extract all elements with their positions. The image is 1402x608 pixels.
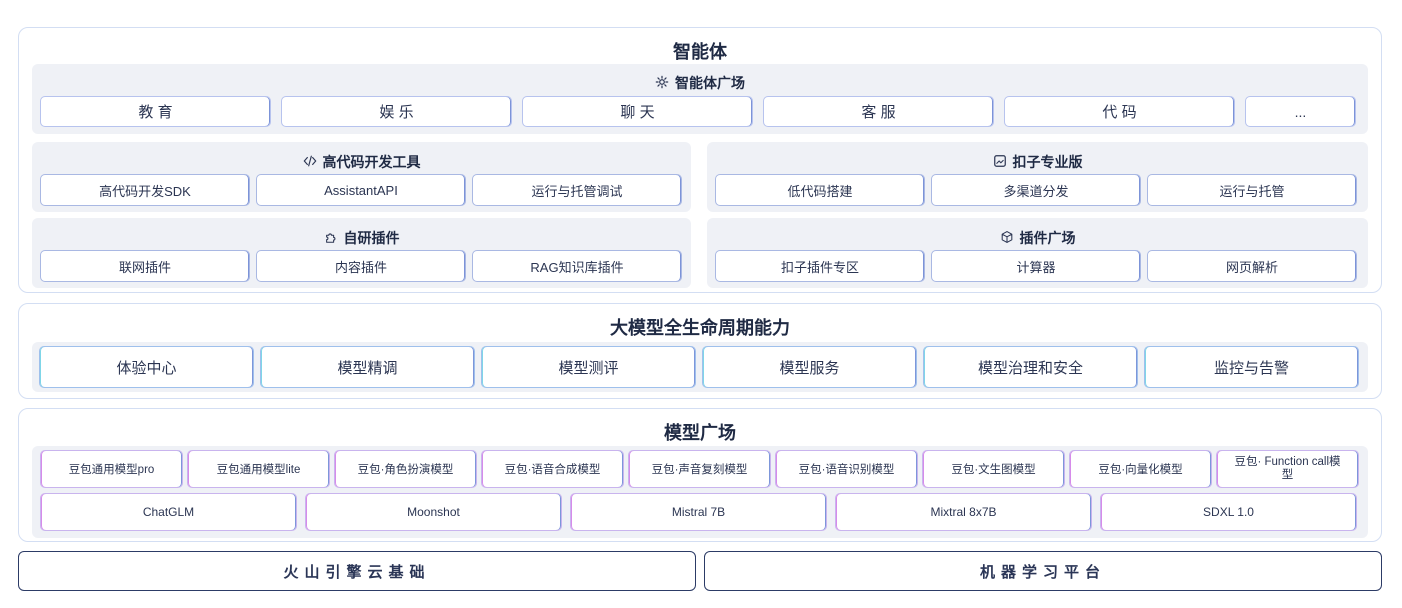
agent-plaza-title: 智能体广场 — [32, 73, 1368, 93]
self-plugin-label: 自研插件 — [343, 230, 400, 246]
image-icon — [993, 154, 1007, 171]
high-code-panel: 高代码开发工具 高代码开发SDK AssistantAPI 运行与托管调试 — [32, 142, 691, 212]
model-doubao-function-call[interactable]: 豆包· Function call模型 — [1216, 450, 1359, 488]
foundation-cloud-button[interactable]: 火山引擎云基础 — [18, 551, 696, 591]
model-doubao-tts[interactable]: 豆包·语音合成模型 — [481, 450, 624, 488]
plugin-plaza-label: 插件广场 — [1019, 230, 1076, 246]
model-plaza-section: 模型广场 豆包通用模型pro 豆包通用模型lite 豆包·角色扮演模型 豆包·语… — [18, 408, 1382, 542]
plugin-plaza-title: 插件广场 — [707, 228, 1368, 248]
plugin-web-parse[interactable]: 网页解析 — [1147, 250, 1357, 282]
lifecycle-panel: 体验中心 模型精调 模型测评 模型服务 模型治理和安全 监控与告警 — [32, 342, 1368, 392]
plaza-item-customer-service[interactable]: 客 服 — [763, 96, 994, 127]
model-doubao-voice-clone[interactable]: 豆包·声音复刻模型 — [628, 450, 771, 488]
high-code-assistant-api[interactable]: AssistantAPI — [256, 174, 466, 206]
model-doubao-text-to-image[interactable]: 豆包·文生图模型 — [922, 450, 1065, 488]
plaza-item-chat[interactable]: 聊 天 — [522, 96, 753, 127]
plaza-item-entertainment[interactable]: 娱 乐 — [281, 96, 512, 127]
self-plugin-panel: 自研插件 联网插件 内容插件 RAG知识库插件 — [32, 218, 691, 288]
coze-pro-panel: 扣子专业版 低代码搭建 多渠道分发 运行与托管 — [707, 142, 1368, 212]
foundation-ml-platform-button[interactable]: 机器学习平台 — [704, 551, 1382, 591]
plugin-web-search[interactable]: 联网插件 — [40, 250, 250, 282]
plugin-calculator[interactable]: 计算器 — [931, 250, 1141, 282]
agent-section-title: 智能体 — [673, 42, 727, 62]
model-chatglm[interactable]: ChatGLM — [40, 493, 297, 531]
high-code-sdk[interactable]: 高代码开发SDK — [40, 174, 250, 206]
lifecycle-title: 大模型全生命周期能力 — [610, 318, 790, 338]
model-mixtral-8x7b[interactable]: Mixtral 8x7B — [835, 493, 1092, 531]
plugin-coze-zone[interactable]: 扣子插件专区 — [715, 250, 925, 282]
lifecycle-fine-tune[interactable]: 模型精调 — [260, 346, 475, 388]
coze-pro-title: 扣子专业版 — [707, 152, 1368, 172]
lifecycle-section: 大模型全生命周期能力 体验中心 模型精调 模型测评 模型服务 模型治理和安全 监… — [18, 303, 1382, 399]
coze-run-host[interactable]: 运行与托管 — [1147, 174, 1357, 206]
model-plaza-title: 模型广场 — [664, 423, 736, 443]
model-doubao-embedding[interactable]: 豆包·向量化模型 — [1069, 450, 1212, 488]
puzzle-icon — [324, 230, 338, 247]
code-icon — [303, 154, 317, 171]
coze-pro-label: 扣子专业版 — [1012, 154, 1083, 170]
plaza-item-education[interactable]: 教 育 — [40, 96, 271, 127]
plaza-item-more[interactable]: ... — [1245, 96, 1356, 127]
model-plaza-panel: 豆包通用模型pro 豆包通用模型lite 豆包·角色扮演模型 豆包·语音合成模型… — [32, 446, 1368, 538]
model-moonshot[interactable]: Moonshot — [305, 493, 562, 531]
plugin-content[interactable]: 内容插件 — [256, 250, 466, 282]
coze-multi-channel[interactable]: 多渠道分发 — [931, 174, 1141, 206]
gear-icon — [655, 75, 669, 92]
agent-plaza-label: 智能体广场 — [675, 75, 745, 91]
lifecycle-experience-center[interactable]: 体验中心 — [39, 346, 254, 388]
plugin-rag[interactable]: RAG知识库插件 — [472, 250, 682, 282]
model-doubao-roleplay[interactable]: 豆包·角色扮演模型 — [334, 450, 477, 488]
plugin-plaza-panel: 插件广场 扣子插件专区 计算器 网页解析 — [707, 218, 1368, 288]
model-doubao-pro[interactable]: 豆包通用模型pro — [40, 450, 183, 488]
high-code-run-debug[interactable]: 运行与托管调试 — [472, 174, 682, 206]
plaza-item-code[interactable]: 代 码 — [1004, 96, 1235, 127]
agent-section: 智能体 智能体广场 教 育 娱 乐 聊 天 客 服 代 码 ... 高代码开发工… — [18, 27, 1382, 293]
high-code-title: 高代码开发工具 — [32, 152, 691, 172]
model-doubao-asr[interactable]: 豆包·语音识别模型 — [775, 450, 918, 488]
self-plugin-title: 自研插件 — [32, 228, 691, 248]
model-sdxl[interactable]: SDXL 1.0 — [1100, 493, 1357, 531]
lifecycle-service[interactable]: 模型服务 — [702, 346, 917, 388]
model-mistral-7b[interactable]: Mistral 7B — [570, 493, 827, 531]
lifecycle-governance[interactable]: 模型治理和安全 — [923, 346, 1138, 388]
lifecycle-monitoring[interactable]: 监控与告警 — [1144, 346, 1359, 388]
high-code-label: 高代码开发工具 — [322, 154, 421, 170]
model-doubao-lite[interactable]: 豆包通用模型lite — [187, 450, 330, 488]
coze-low-code[interactable]: 低代码搭建 — [715, 174, 925, 206]
agent-plaza-panel: 智能体广场 教 育 娱 乐 聊 天 客 服 代 码 ... — [32, 64, 1368, 134]
lifecycle-evaluation[interactable]: 模型测评 — [481, 346, 696, 388]
cube-icon — [1000, 230, 1014, 247]
